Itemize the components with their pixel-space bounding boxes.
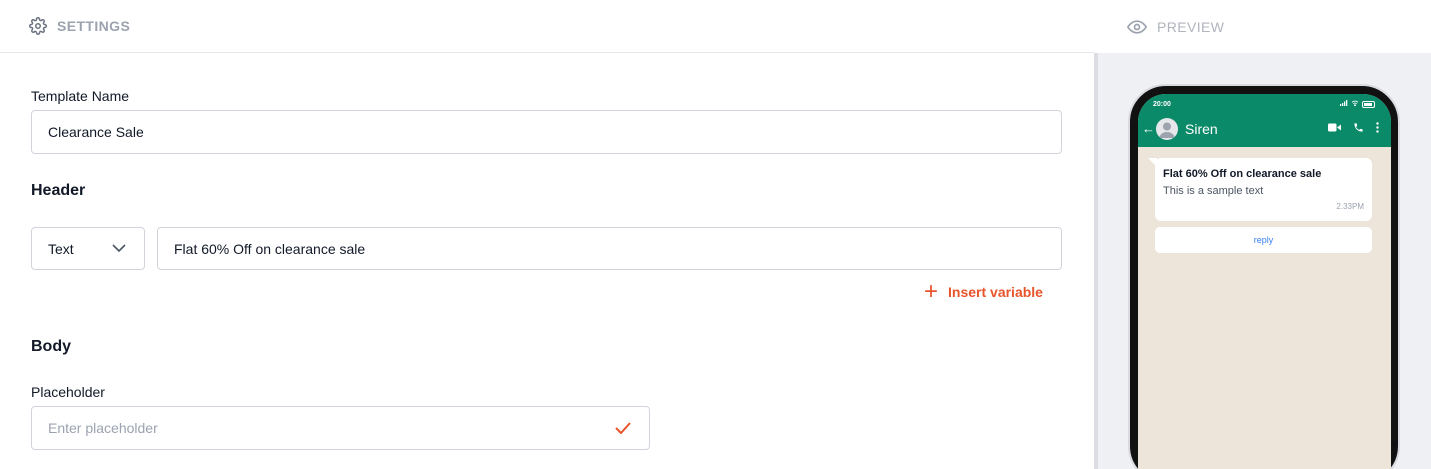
gear-icon: [29, 17, 47, 35]
template-editor: SETTINGS PREVIEW Template Name Clearance…: [0, 0, 1431, 469]
template-name-value: Clearance Sale: [48, 124, 144, 140]
plus-icon: +: [924, 278, 939, 305]
back-arrow-icon[interactable]: ←: [1142, 121, 1155, 136]
preview-header: PREVIEW: [1094, 0, 1431, 53]
phone-screen: 20:00 ← Siren Flat 60% Off on clearance …: [1138, 94, 1391, 469]
settings-title: SETTINGS: [57, 18, 131, 34]
message-title: Flat 60% Off on clearance sale: [1163, 168, 1322, 180]
video-call-icon[interactable]: [1328, 123, 1341, 132]
placeholder-input-text: Enter placeholder: [48, 420, 158, 436]
signal-icon: [1340, 100, 1348, 108]
placeholder-input[interactable]: Enter placeholder: [31, 406, 650, 450]
preview-title: PREVIEW: [1157, 18, 1225, 35]
more-options-icon[interactable]: [1376, 122, 1379, 133]
battery-icon: [1362, 100, 1375, 108]
placeholder-label: Placeholder: [31, 384, 105, 400]
reply-button[interactable]: reply: [1155, 227, 1372, 253]
chat-actions: [1328, 122, 1379, 133]
message-bubble: Flat 60% Off on clearance sale This is a…: [1155, 158, 1372, 221]
phone-call-icon[interactable]: [1353, 122, 1364, 133]
insert-variable-label: Insert variable: [948, 284, 1043, 300]
message-time: 2.33PM: [1336, 202, 1364, 211]
wifi-icon: [1351, 100, 1359, 108]
status-bar-icons: [1340, 100, 1375, 108]
checkmark-icon: [615, 422, 631, 434]
header-text-value: Flat 60% Off on clearance sale: [174, 240, 366, 257]
header-text-input[interactable]: Flat 60% Off on clearance sale: [157, 227, 1062, 270]
avatar: [1156, 118, 1178, 140]
header-type-value: Text: [48, 240, 74, 257]
chevron-down-icon: [112, 244, 126, 253]
header-type-select[interactable]: Text: [31, 227, 145, 270]
header-section-title: Header: [31, 182, 86, 199]
chat-header: 20:00 ← Siren: [1138, 94, 1391, 147]
status-time: 20:00: [1153, 101, 1171, 108]
settings-header: SETTINGS: [0, 0, 1094, 53]
eye-icon: [1127, 19, 1147, 35]
template-name-input[interactable]: Clearance Sale: [31, 110, 1062, 154]
contact-name: Siren: [1185, 121, 1218, 137]
template-name-label: Template Name: [31, 88, 130, 104]
insert-variable-button[interactable]: + Insert variable: [924, 278, 1043, 305]
body-section-title: Body: [31, 338, 71, 355]
message-text: This is a sample text: [1163, 185, 1264, 197]
